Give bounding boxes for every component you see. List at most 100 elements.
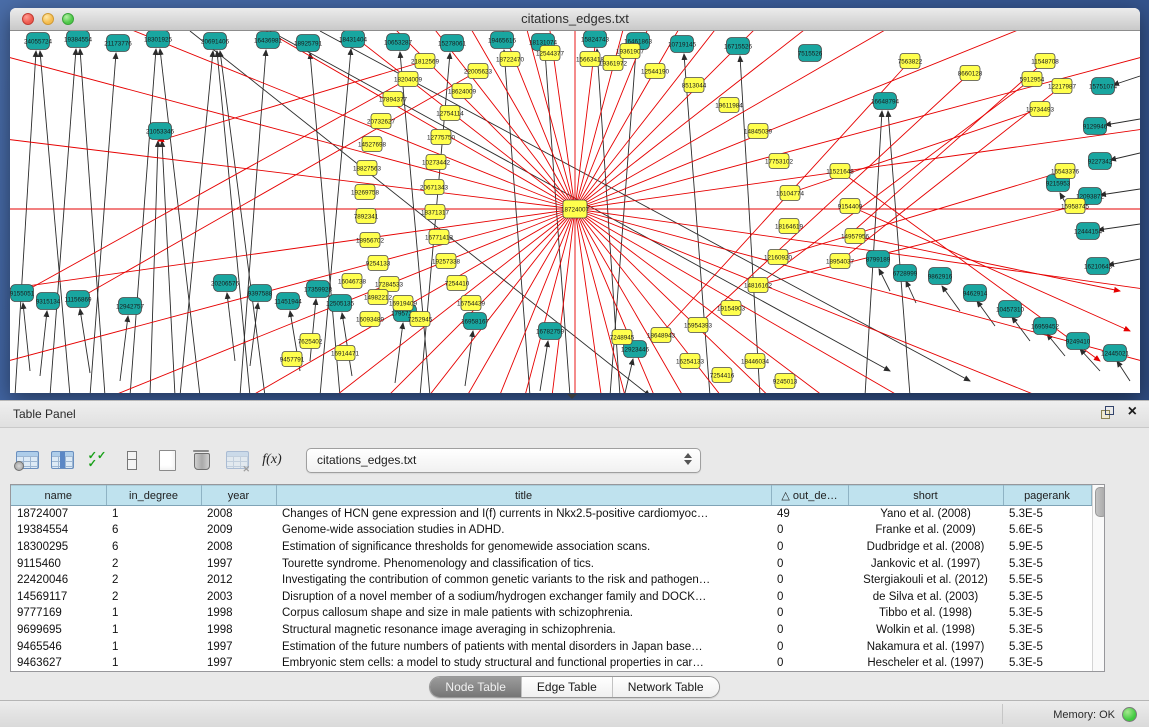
select-all-button[interactable]: ✓✓✓ [84,447,110,473]
graph-node[interactable]: 18371317 [421,205,450,220]
table-cell[interactable]: 1998 [201,622,276,639]
graph-node[interactable]: 18446034 [741,354,770,369]
table-row[interactable]: 946554611997Estimation of the future num… [11,638,1091,655]
table-settings-button[interactable] [14,447,40,473]
graph-node[interactable]: 16958167 [461,313,490,330]
graph-node[interactable]: 17753102 [765,154,794,169]
graph-node[interactable]: 15278061 [438,35,467,52]
graph-node[interactable]: 17894377 [379,92,408,107]
graph-node[interactable]: 11451944 [274,293,302,310]
graph-node[interactable]: 12505135 [326,295,355,312]
tab-node-table[interactable]: Node Table [430,677,521,697]
table-cell[interactable]: 9699695 [11,622,106,639]
graph-node[interactable]: 16754439 [457,296,486,311]
network-window-titlebar[interactable]: citations_edges.txt [10,8,1140,31]
graph-node[interactable]: 7252945 [408,312,433,327]
graph-node[interactable]: 18925791 [294,35,323,52]
graph-node[interactable]: 15824743 [581,31,610,48]
graph-node[interactable]: 19269758 [351,185,380,200]
table-cell[interactable]: 2 [106,572,201,589]
table-cell[interactable]: Hescheler et al. (1997) [848,655,1003,672]
graph-node[interactable]: 7254410 [445,276,470,291]
graph-node[interactable]: 16648794 [871,93,900,110]
table-cell[interactable]: Corpus callosum shape and size in male p… [276,605,771,622]
graph-node[interactable]: 18301925 [144,31,173,48]
table-cell[interactable]: 2008 [201,506,276,523]
graph-node[interactable]: 7254416 [710,368,735,383]
graph-node[interactable]: 9129946 [1083,118,1108,135]
graph-node[interactable]: 9397588 [248,285,273,302]
graph-node[interactable]: 14527698 [358,137,387,152]
table-cell[interactable]: 14569117 [11,588,106,605]
graph-node[interactable]: 16771413 [425,230,454,245]
table-cell[interactable]: Dudbridge et al. (2008) [848,539,1003,556]
graph-node[interactable]: 9254133 [366,256,391,271]
table-cell[interactable]: 1 [106,638,201,655]
graph-node[interactable]: 12942757 [116,298,145,315]
table-cell[interactable]: 9465546 [11,638,106,655]
graph-node[interactable]: 16919409 [389,296,418,311]
graph-node[interactable]: 12544377 [536,46,565,61]
table-row[interactable]: 977716911998Corpus callosum shape and si… [11,605,1091,622]
graph-node[interactable]: 19257338 [432,254,461,269]
row-height-button[interactable] [119,447,145,473]
graph-node[interactable]: 9155051 [10,285,35,302]
graph-node[interactable]: 9245013 [773,374,798,389]
graph-node[interactable]: 21053346 [146,123,175,140]
table-row[interactable]: 2242004622012Investigating the contribut… [11,572,1091,589]
float-panel-icon[interactable] [1101,406,1114,419]
graph-node[interactable]: 16543376 [1051,164,1080,179]
table-cell[interactable]: 1997 [201,655,276,672]
graph-node[interactable]: 14816162 [744,278,773,293]
graph-node[interactable]: 7892341 [354,209,379,224]
table-cell[interactable]: Estimation of the future numbers of pati… [276,638,771,655]
table-cell[interactable]: 5.9E-5 [1003,539,1091,556]
table-cell[interactable]: Jankovic et al. (1997) [848,555,1003,572]
table-cell[interactable]: 9463627 [11,655,106,672]
graph-node[interactable]: 20691406 [201,33,230,50]
table-cell[interactable]: Yano et al. (2008) [848,506,1003,523]
table-cell[interactable]: de Silva et al. (2003) [848,588,1003,605]
graph-node[interactable]: 16914471 [331,346,360,361]
table-cell[interactable]: 22420046 [11,572,106,589]
graph-node[interactable]: 19361907 [616,44,645,59]
table-cell[interactable]: 0 [771,605,848,622]
graph-node[interactable]: 12445021 [1101,345,1130,362]
graph-node[interactable]: 11156869 [64,291,92,308]
table-cell[interactable]: 0 [771,638,848,655]
table-row[interactable]: 911546021997Tourette syndrome. Phenomeno… [11,555,1091,572]
column-header-title[interactable]: title [276,486,771,506]
show-column-button[interactable] [49,447,75,473]
table-cell[interactable]: 18724007 [11,506,106,523]
graph-node[interactable]: 15954393 [684,318,713,333]
new-document-button[interactable] [154,447,180,473]
table-cell[interactable]: Genome-wide association studies in ADHD. [276,522,771,539]
table-cell[interactable]: 0 [771,522,848,539]
delete-button[interactable] [189,447,215,473]
table-cell[interactable]: 5.5E-5 [1003,572,1091,589]
graph-node[interactable]: 12775750 [427,130,456,145]
graph-node[interactable]: 12544190 [641,64,670,79]
graph-node[interactable]: 5912954 [1020,72,1045,87]
table-cell[interactable]: Investigating the contribution of common… [276,572,771,589]
graph-node[interactable]: 15663418 [576,52,605,67]
table-cell[interactable]: 5.3E-5 [1003,655,1091,672]
network-window[interactable]: citations_edges.txt 24055724193845542117… [10,8,1140,393]
graph-node[interactable]: 16254133 [676,354,705,369]
graph-node[interactable]: 14845039 [744,124,773,139]
graph-node[interactable]: 16715526 [724,38,753,55]
tab-edge-table[interactable]: Edge Table [521,677,612,697]
table-row[interactable]: 946362711997Embryonic stem cells: a mode… [11,655,1091,672]
table-cell[interactable]: 1997 [201,638,276,655]
graph-node[interactable]: 6728999 [893,265,918,282]
graph-node[interactable]: 16046738 [338,274,367,289]
graph-node[interactable]: 8513044 [682,78,707,93]
network-graph-canvas[interactable]: 2405572419384554211737761830192520691406… [10,31,1140,393]
graph-node[interactable]: 10719145 [668,36,697,53]
table-cell[interactable]: 5.3E-5 [1003,638,1091,655]
table-cell[interactable]: 1997 [201,555,276,572]
graph-node[interactable]: 7563822 [898,54,923,69]
graph-node[interactable]: 17359928 [304,281,333,298]
table-cell[interactable]: Embryonic stem cells: a model to study s… [276,655,771,672]
table-cell[interactable]: 0 [771,539,848,556]
